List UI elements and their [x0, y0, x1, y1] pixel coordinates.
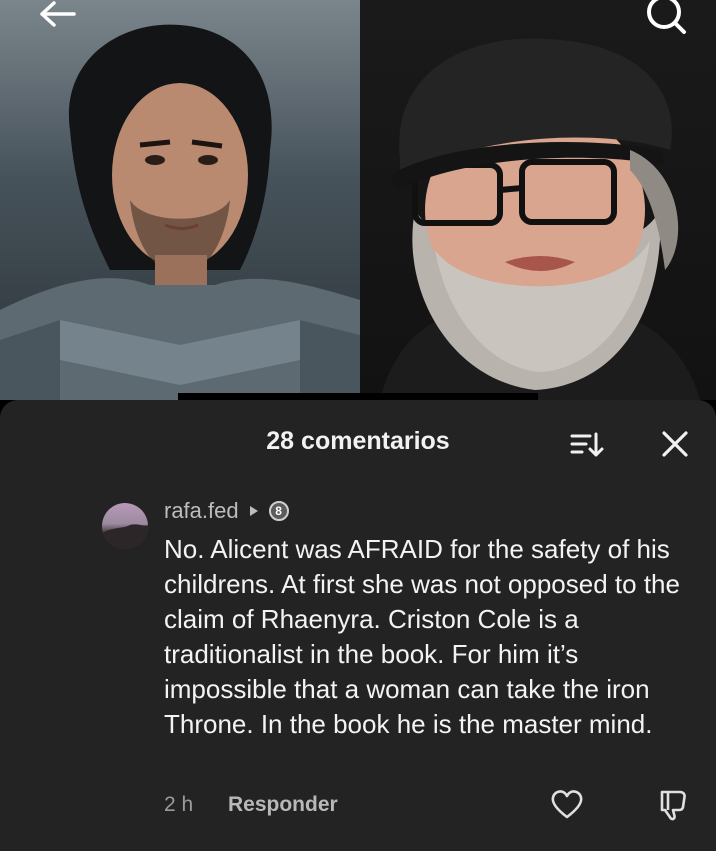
comments-count-title: 28 comentarios — [266, 427, 450, 455]
thumbs-down-icon[interactable] — [656, 788, 690, 822]
heart-outline-icon[interactable] — [550, 788, 584, 822]
arrow-left-icon[interactable] — [34, 0, 82, 40]
comment-timestamp: 2 h — [164, 793, 194, 816]
comment-text: No. Alicent was AFRAID for the safety of… — [164, 534, 680, 739]
video-thumbnail[interactable] — [0, 0, 716, 400]
comments-panel: 28 comentarios rafa.fed 8 No. Alicent wa… — [0, 400, 716, 851]
reply-button[interactable]: Responder — [228, 793, 338, 817]
close-icon[interactable] — [660, 429, 690, 459]
comment-username[interactable]: rafa.fed — [164, 498, 239, 524]
comment-header: rafa.fed 8 — [164, 498, 289, 524]
play-arrow-icon — [249, 506, 258, 516]
level-badge: 8 — [268, 501, 289, 521]
sort-icon[interactable] — [570, 430, 606, 460]
search-icon[interactable] — [642, 0, 690, 40]
bearded-man-in-cap-photo — [360, 0, 716, 400]
avatar[interactable] — [102, 503, 148, 549]
armored-knight-photo — [0, 0, 360, 400]
